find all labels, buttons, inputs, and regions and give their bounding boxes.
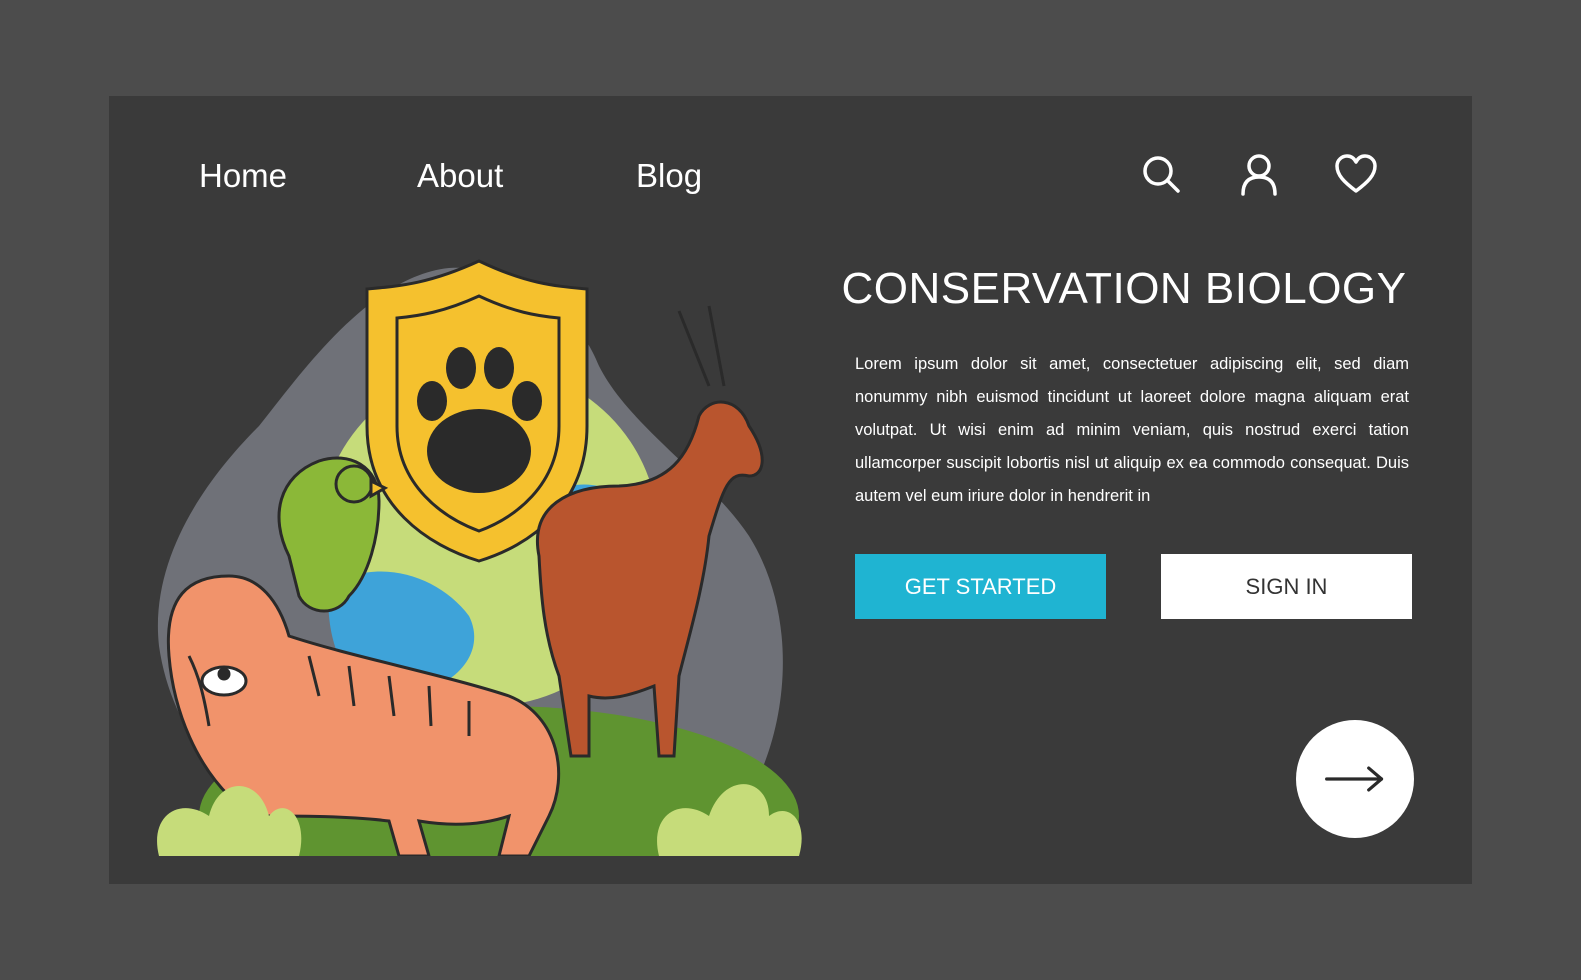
- page-title: CONSERVATION BIOLOGY: [841, 264, 1407, 313]
- landing-panel: Home About Blog CONSERVATION BIOLOGY Lor…: [109, 96, 1472, 926]
- get-started-button[interactable]: GET STARTED: [855, 554, 1106, 619]
- heart-icon[interactable]: [1334, 152, 1378, 196]
- hero-description: Lorem ipsum dolor sit amet, consectetuer…: [855, 355, 1409, 505]
- conservation-illustration: [149, 256, 809, 926]
- arrow-right-icon: [1325, 766, 1384, 792]
- next-button[interactable]: [1296, 720, 1414, 838]
- search-icon[interactable]: [1139, 152, 1183, 196]
- sign-in-button[interactable]: SIGN IN: [1161, 554, 1412, 619]
- nav-home-link[interactable]: Home: [199, 158, 287, 194]
- nav-about-link[interactable]: About: [417, 158, 503, 194]
- nav-blog-link[interactable]: Blog: [636, 158, 702, 194]
- user-icon[interactable]: [1237, 152, 1281, 196]
